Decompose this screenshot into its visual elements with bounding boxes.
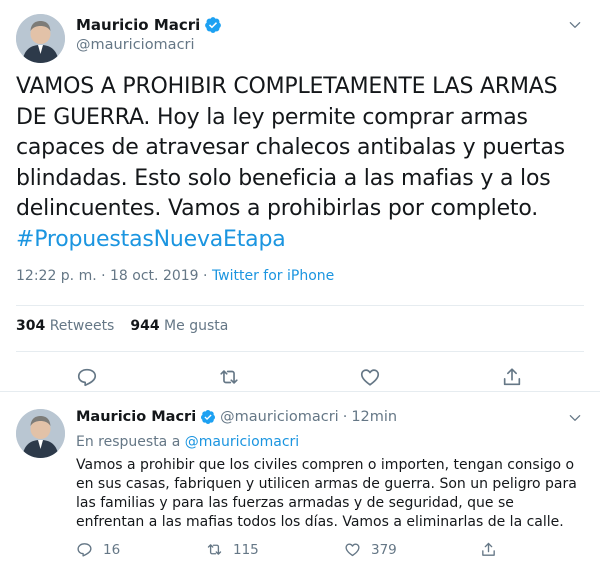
reply-retweet-count: 115	[233, 541, 259, 558]
divider	[16, 351, 584, 352]
reply-author-handle[interactable]: @mauriciomacri	[220, 409, 339, 425]
main-tweet: Mauricio Macri @mauriciomacri VAMOS A PR…	[0, 0, 600, 392]
reply-retweet-action[interactable]: 115	[206, 541, 259, 558]
reply-dot: ·	[342, 409, 348, 425]
avatar[interactable]	[16, 409, 65, 458]
reply-author-name[interactable]: Mauricio Macri	[76, 409, 196, 425]
reply-text: Vamos a prohibir que los civiles compren…	[76, 457, 577, 530]
hashtag-link[interactable]: #PropuestasNuevaEtapa	[16, 227, 286, 252]
tweet-text: VAMOS A PROHIBIR COMPLETAMENTE LAS ARMAS…	[16, 72, 584, 255]
in-reply-prefix: En respuesta a	[76, 434, 181, 450]
in-reply-mention[interactable]: @mauriciomacri	[185, 434, 299, 450]
reply-reply-action[interactable]: 16	[76, 541, 120, 558]
retweets-label: Retweets	[49, 318, 115, 334]
avatar-image	[16, 14, 65, 63]
reply-like-action[interactable]: 379	[344, 541, 397, 558]
retweets-stat[interactable]: 304 Retweets	[16, 318, 114, 334]
share-icon	[482, 542, 495, 556]
likes-label: Me gusta	[164, 318, 229, 334]
likes-stat[interactable]: 944 Me gusta	[130, 318, 228, 334]
author-handle[interactable]: @mauriciomacri	[76, 37, 222, 53]
divider	[16, 305, 584, 306]
meta-separator: ·	[198, 268, 212, 284]
tweet-stats: 304 Retweets 944 Me gusta	[16, 318, 228, 334]
like-icon	[345, 543, 360, 557]
verified-icon	[200, 409, 216, 425]
verified-icon	[204, 16, 222, 34]
reply-icon	[77, 543, 92, 557]
retweets-count: 304	[16, 318, 46, 334]
avatar[interactable]	[16, 14, 65, 63]
reply-icon[interactable]	[76, 366, 98, 388]
reply-count: 16	[103, 541, 121, 558]
retweet-icon	[207, 544, 222, 555]
tweet-meta: 12:22 p. m. · 18 oct. 2019 · Twitter for…	[16, 268, 334, 284]
reply-header: Mauricio Macri @mauriciomacri · 12min	[76, 409, 397, 425]
share-icon[interactable]	[501, 366, 523, 388]
tweet-body: VAMOS A PROHIBIR COMPLETAMENTE LAS ARMAS…	[16, 74, 565, 221]
author-name[interactable]: Mauricio Macri	[76, 16, 200, 34]
reply-tweet[interactable]: Mauricio Macri @mauriciomacri · 12min En…	[0, 393, 600, 568]
reply-time[interactable]: 12min	[351, 409, 397, 425]
tweet-actions	[0, 366, 600, 388]
reply-actions: 16 115 379	[76, 541, 506, 559]
likes-count: 944	[130, 318, 160, 334]
in-reply-to: En respuesta a @mauriciomacri	[76, 434, 299, 450]
reply-like-count: 379	[371, 541, 397, 558]
chevron-down-icon[interactable]	[568, 411, 582, 425]
chevron-down-icon[interactable]	[568, 18, 582, 32]
timestamp[interactable]: 12:22 p. m. · 18 oct. 2019	[16, 268, 199, 284]
retweet-icon[interactable]	[218, 366, 240, 388]
avatar-image	[16, 409, 65, 458]
tweet-author: Mauricio Macri @mauriciomacri	[76, 16, 222, 53]
source-link[interactable]: Twitter for iPhone	[212, 268, 334, 284]
like-icon[interactable]	[359, 366, 381, 388]
reply-share-action[interactable]	[480, 541, 497, 558]
